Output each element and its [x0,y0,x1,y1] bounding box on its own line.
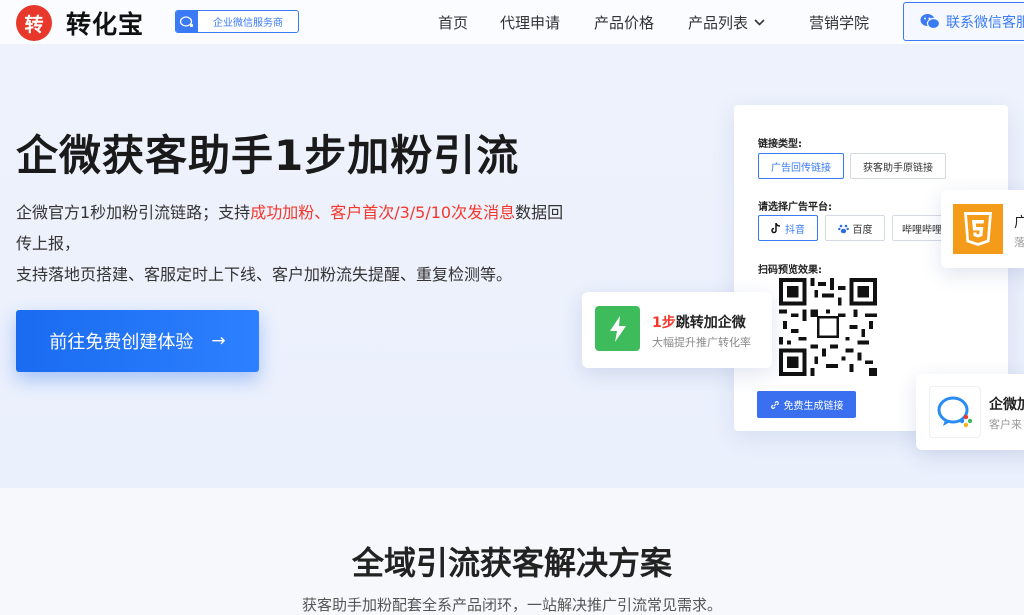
chevron-down-icon [754,19,765,26]
one-step-sub: 大幅提升推广转化率 [652,336,751,349]
platform-baidu[interactable]: 百度 [825,215,885,241]
top-nav: 转 转化宝 企业微信服务商 首页 代理申请 产品价格 产品列表 营销学院 联系微… [0,0,1024,44]
link-icon [770,400,779,409]
nav-products-label: 产品列表 [688,14,749,32]
generate-link-label: 免费生成链接 [783,401,844,412]
link-type-original[interactable]: 获客助手原链接 [850,153,946,179]
tiktok-icon [771,222,781,233]
contact-wechat-button[interactable]: 联系微信客服 [903,2,1024,41]
landing-card-title: 广 [1014,215,1024,231]
platform-douyin-label: 抖音 [785,224,805,236]
one-step-title: 1步跳转加企微 [652,312,746,332]
wecom-card-title: 企微加 [989,397,1024,413]
one-step-text: 跳转加企微 [675,315,746,331]
one-step-card: 1步跳转加企微 大幅提升推广转化率 [582,292,772,368]
desc-line2: 支持落地页搭建、客服定时上下线、客户加粉流失提醒、重复检测等。 [16,265,513,284]
brand-name[interactable]: 转化宝 [66,5,144,41]
nav-home[interactable]: 首页 [438,12,468,33]
create-trial-button[interactable]: 前往免费创建体验 → [16,310,259,372]
nav-pricing[interactable]: 产品价格 [594,12,654,33]
contact-label: 联系微信客服 [946,14,1024,31]
wechat-icon [920,14,940,30]
nav-agent-apply[interactable]: 代理申请 [500,12,560,33]
platform-douyin[interactable]: 抖音 [758,215,818,241]
qr-code-icon [779,278,877,376]
desc-part1: 企微官方1秒加粉引流链路；支持 [16,203,251,222]
generate-link-button[interactable]: 免费生成链接 [757,391,856,418]
solutions-subtitle: 获客助手加粉配套全系产品闭环，一站解决推广引流常见需求。 [301,596,722,614]
one-step-num: 1步 [652,315,676,331]
desc-highlight: 成功加粉、客户首次/3/5/10次发消息 [250,203,516,222]
hero-section: 企微获客助手1步加粉引流 企微官方1秒加粉引流链路；支持成功加粉、客户首次/3/… [0,44,1024,488]
wecom-icon [176,11,198,32]
cta-label: 前往免费创建体验 [49,332,194,353]
hero-title: 企微获客助手1步加粉引流 [16,131,520,180]
lightning-icon [595,306,640,351]
link-type-ad-callback[interactable]: 广告回传链接 [758,153,844,179]
platform-baidu-label: 百度 [852,224,873,236]
baidu-paw-icon [837,224,849,233]
wecom-logo-icon [929,386,981,438]
solutions-title: 全域引流获客解决方案 [351,544,672,582]
hero-description: 企微官方1秒加粉引流链路；支持成功加粉、客户首次/3/5/10次发消息数据回传上… [16,197,576,290]
preview-label: 扫码预览效果: [758,265,822,276]
wecom-partner-badge: 企业微信服务商 [175,10,299,33]
platform-label: 请选择广告平台: [758,202,832,213]
link-type-label: 链接类型: [758,139,802,150]
html5-icon [953,204,1003,254]
logo-icon[interactable]: 转 [16,5,52,41]
nav-products[interactable]: 产品列表 [688,12,765,33]
arrow-right-icon: → [211,331,226,351]
wecom-add-card: 企微加 客户来 [916,374,1024,450]
nav-academy[interactable]: 营销学院 [809,12,869,33]
badge-label: 企业微信服务商 [213,18,283,29]
landing-page-card: 广 落 [941,190,1024,268]
wecom-card-sub: 客户来 [989,418,1022,431]
solutions-section: 全域引流获客解决方案 获客助手加粉配套全系产品闭环，一站解决推广引流常见需求。 [0,488,1024,615]
landing-card-sub: 落 [1014,236,1024,249]
